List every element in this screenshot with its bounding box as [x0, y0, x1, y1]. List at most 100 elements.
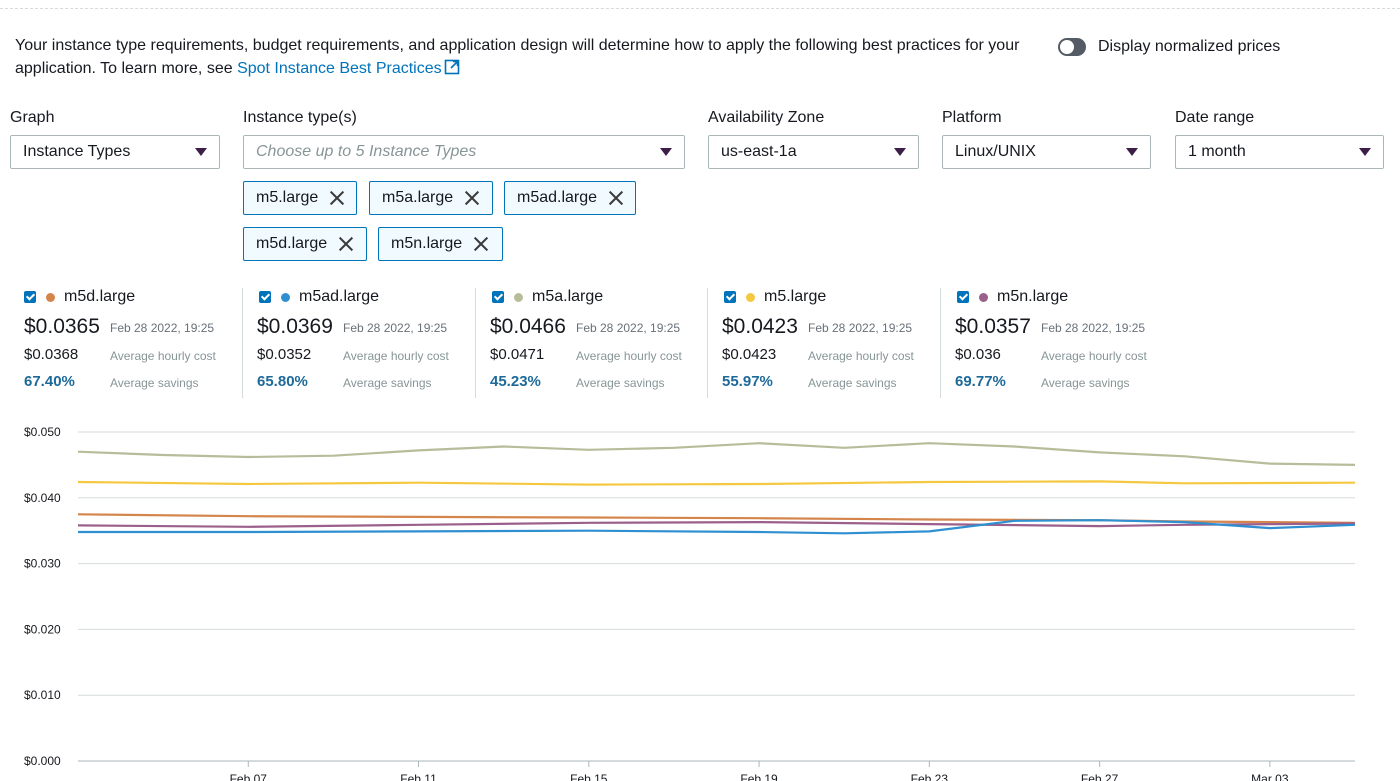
stat-name: m5n.large — [997, 288, 1069, 305]
stat-avg-cost: $0.0471 — [490, 346, 545, 363]
legend-dot-icon — [46, 292, 55, 302]
close-icon[interactable] — [337, 235, 355, 253]
legend-dot-icon — [979, 292, 988, 302]
stat-avg-cost: $0.0368 — [24, 346, 79, 363]
stat-card-m5ad-large: m5ad.large $0.0369 Feb 28 2022, 19:25 $0… — [242, 288, 467, 398]
series-line-m5-large — [77, 480, 1356, 486]
series-checkbox[interactable] — [492, 291, 504, 303]
stat-avg-label: Average hourly cost — [110, 349, 216, 363]
instance-types-placeholder: Choose up to 5 Instance Types — [256, 143, 477, 160]
token-m5n-large: m5n.large — [378, 227, 503, 261]
token-m5ad-large: m5ad.large — [504, 181, 636, 215]
external-link-icon — [444, 59, 459, 75]
stat-avg-cost: $0.0352 — [257, 346, 312, 363]
caret-down-icon — [1126, 148, 1138, 156]
normalized-prices-toggle[interactable] — [1058, 38, 1086, 56]
price-history-chart: $0.000 $0.010 $0.020 $0.030 $0.040 $0.050 Feb … — [24, 425, 1356, 781]
stat-avg-label: Average hourly cost — [1041, 349, 1147, 363]
x-tick-label: Feb 23 — [911, 772, 949, 781]
platform-value: Linux/UNIX — [955, 143, 1036, 160]
y-tick-label: $0.010 — [24, 688, 61, 702]
graph-select-value: Instance Types — [23, 143, 131, 160]
availability-zone-label: Availability Zone — [708, 109, 825, 126]
intro-text: Your instance type requirements, budget … — [15, 37, 1020, 77]
close-icon[interactable] — [607, 189, 625, 207]
stat-card-m5-large: m5.large $0.0423 Feb 28 2022, 19:25 $0.0… — [707, 288, 932, 398]
normalized-prices-label: Display normalized prices — [1098, 38, 1281, 55]
stat-name: m5ad.large — [299, 288, 380, 305]
stat-avg-label: Average hourly cost — [343, 349, 449, 363]
close-icon[interactable] — [472, 235, 490, 253]
date-range-select[interactable]: 1 month — [1175, 135, 1384, 169]
stat-timestamp: Feb 28 2022, 19:25 — [1041, 321, 1146, 335]
stat-savings-label: Average savings — [110, 376, 199, 390]
stat-savings-label: Average savings — [576, 376, 665, 390]
x-tick-label: Feb 27 — [1081, 772, 1119, 781]
stat-timestamp: Feb 28 2022, 19:25 — [576, 321, 681, 335]
stat-savings: 55.97% — [722, 373, 773, 390]
stat-savings: 67.40% — [24, 373, 75, 390]
toggle-knob — [1060, 40, 1074, 54]
series-checkbox[interactable] — [24, 291, 36, 303]
stat-savings-label: Average savings — [343, 376, 432, 390]
series-checkbox[interactable] — [724, 291, 736, 303]
stat-card-m5a-large: m5a.large $0.0466 Feb 28 2022, 19:25 $0.… — [475, 288, 700, 398]
token-m5-large: m5.large — [243, 181, 357, 215]
stat-avg-label: Average hourly cost — [808, 349, 914, 363]
stat-price: $0.0423 — [722, 315, 798, 338]
token-label: m5n.large — [391, 235, 463, 252]
y-tick-label: $0.040 — [24, 491, 61, 505]
legend-dot-icon — [281, 292, 290, 302]
stat-price: $0.0369 — [257, 315, 333, 338]
stat-avg-cost: $0.036 — [955, 346, 1001, 363]
stat-name: m5d.large — [64, 288, 136, 305]
stat-avg-label: Average hourly cost — [576, 349, 682, 363]
y-tick-label: $0.050 — [24, 425, 61, 439]
series-checkbox[interactable] — [957, 291, 969, 303]
y-tick-label: $0.030 — [24, 557, 61, 571]
close-icon[interactable] — [463, 189, 481, 207]
caret-down-icon — [660, 148, 672, 156]
platform-select[interactable]: Linux/UNIX — [942, 135, 1151, 169]
platform-label: Platform — [942, 109, 1002, 126]
stat-savings-label: Average savings — [1041, 376, 1130, 390]
token-m5d-large: m5d.large — [243, 227, 367, 261]
stat-timestamp: Feb 28 2022, 19:25 — [110, 321, 215, 335]
x-tick-label: Feb 07 — [230, 772, 268, 781]
token-m5a-large: m5a.large — [369, 181, 493, 215]
top-divider — [0, 8, 1400, 9]
legend-dot-icon — [514, 292, 523, 302]
token-label: m5.large — [256, 189, 319, 206]
series-checkbox[interactable] — [259, 291, 271, 303]
caret-down-icon — [195, 148, 207, 156]
x-tick-label: Feb 19 — [740, 772, 778, 781]
x-tick-label: Feb 15 — [570, 772, 608, 781]
availability-zone-select[interactable]: us-east-1a — [708, 135, 919, 169]
token-label: m5ad.large — [517, 189, 598, 206]
stat-name: m5.large — [764, 288, 827, 305]
instance-types-label: Instance type(s) — [243, 109, 357, 126]
x-tick-label: Feb 11 — [400, 772, 437, 781]
stat-card-m5d-large: m5d.large $0.0365 Feb 28 2022, 19:25 $0.… — [24, 288, 249, 398]
stat-price: $0.0357 — [955, 315, 1031, 338]
caret-down-icon — [1359, 148, 1371, 156]
y-tick-label: $0.020 — [24, 622, 61, 636]
stat-price: $0.0365 — [24, 315, 100, 338]
graph-select[interactable]: Instance Types — [10, 135, 220, 169]
instance-types-select[interactable]: Choose up to 5 Instance Types — [243, 135, 685, 169]
stat-savings: 69.77% — [955, 373, 1006, 390]
series-line-m5a-large — [77, 442, 1356, 466]
token-label: m5a.large — [382, 189, 454, 206]
caret-down-icon — [894, 148, 906, 156]
availability-zone-value: us-east-1a — [721, 143, 797, 160]
best-practices-link[interactable]: Spot Instance Best Practices — [237, 59, 460, 77]
stat-name: m5a.large — [532, 288, 604, 305]
stat-timestamp: Feb 28 2022, 19:25 — [343, 321, 448, 335]
stat-card-m5n-large: m5n.large $0.0357 Feb 28 2022, 19:25 $0.… — [940, 288, 1165, 398]
close-icon[interactable] — [328, 189, 346, 207]
normalized-prices-toggle-group: Display normalized prices — [1058, 38, 1280, 56]
date-range-value: 1 month — [1188, 143, 1246, 160]
x-tick-label: Mar 03 — [1251, 772, 1289, 781]
series-line-m5n-large — [77, 520, 1356, 528]
stat-timestamp: Feb 28 2022, 19:25 — [808, 321, 913, 335]
